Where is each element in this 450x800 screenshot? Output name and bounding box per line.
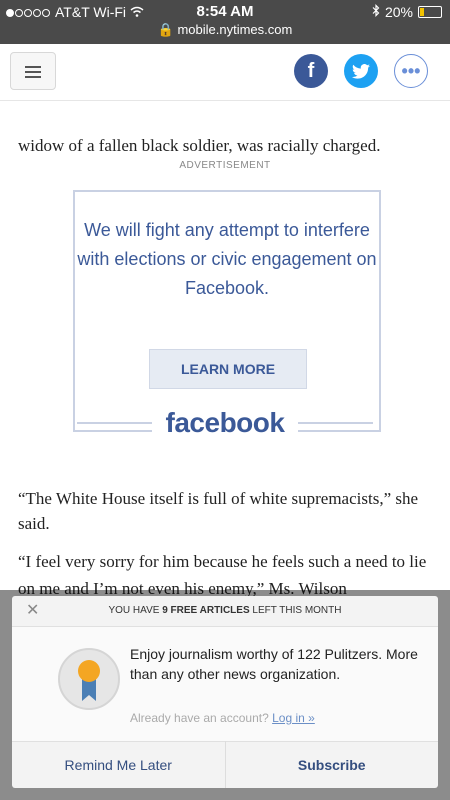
login-prompt: Already have an account? Log in » xyxy=(130,711,315,725)
top-toolbar: f ••• xyxy=(0,44,450,101)
ad-text: We will fight any attempt to interfere w… xyxy=(77,220,377,298)
hamburger-line xyxy=(25,76,41,78)
learn-more-button[interactable]: LEARN MORE xyxy=(149,349,307,389)
facebook-logo: facebook xyxy=(77,405,373,441)
article-paragraph: widow of a fallen black soldier, was rac… xyxy=(18,136,381,155)
hamburger-icon xyxy=(25,66,41,68)
paywall-message: Enjoy journalism worthy of 122 Pulitzers… xyxy=(130,646,418,682)
twitter-share-button[interactable] xyxy=(344,54,378,88)
login-prompt-text: Already have an account? xyxy=(130,711,269,725)
address-bar[interactable]: 🔒 mobile.nytimes.com xyxy=(0,22,450,38)
paywall-body: Enjoy journalism worthy of 122 Pulitzers… xyxy=(12,626,438,742)
subscribe-button[interactable]: Subscribe xyxy=(226,741,439,788)
paywall-actions: Remind Me Later Subscribe xyxy=(12,741,438,788)
ad-label: ADVERTISEMENT xyxy=(179,160,271,171)
status-bar: AT&T Wi-Fi 8:54 AM 🔒 mobile.nytimes.com … xyxy=(0,0,450,44)
bluetooth-icon xyxy=(372,4,380,20)
facebook-share-button[interactable]: f xyxy=(294,54,328,88)
lock-icon: 🔒 xyxy=(157,22,174,37)
header-prefix: YOU HAVE xyxy=(108,605,160,616)
facebook-wordmark: facebook xyxy=(151,407,299,439)
more-options-button[interactable]: ••• xyxy=(394,54,428,88)
login-link[interactable]: Log in » xyxy=(272,711,315,725)
divider xyxy=(298,422,373,424)
header-suffix: LEFT THIS MONTH xyxy=(252,605,342,616)
free-articles-header: YOU HAVE 9 FREE ARTICLES LEFT THIS MONTH xyxy=(12,605,438,616)
hamburger-line xyxy=(25,71,41,73)
status-right: 20% xyxy=(372,4,442,20)
facebook-ad[interactable]: We will fight any attempt to interfere w… xyxy=(73,190,381,432)
remind-me-later-button[interactable]: Remind Me Later xyxy=(12,741,226,788)
article-paragraph: “The White House itself is full of white… xyxy=(18,489,419,533)
divider xyxy=(77,422,152,424)
url-text: mobile.nytimes.com xyxy=(177,22,293,37)
battery-percent: 20% xyxy=(384,4,413,20)
pulitzer-medal-icon xyxy=(58,648,120,710)
article-count: 9 FREE ARTICLES xyxy=(162,605,250,616)
more-icon: ••• xyxy=(401,61,421,81)
battery-icon xyxy=(418,6,442,18)
menu-button[interactable] xyxy=(10,52,56,90)
facebook-icon: f xyxy=(307,59,315,82)
twitter-icon xyxy=(352,63,370,79)
paywall-dialog: ✕ YOU HAVE 9 FREE ARTICLES LEFT THIS MON… xyxy=(12,596,438,788)
medal xyxy=(78,660,100,682)
